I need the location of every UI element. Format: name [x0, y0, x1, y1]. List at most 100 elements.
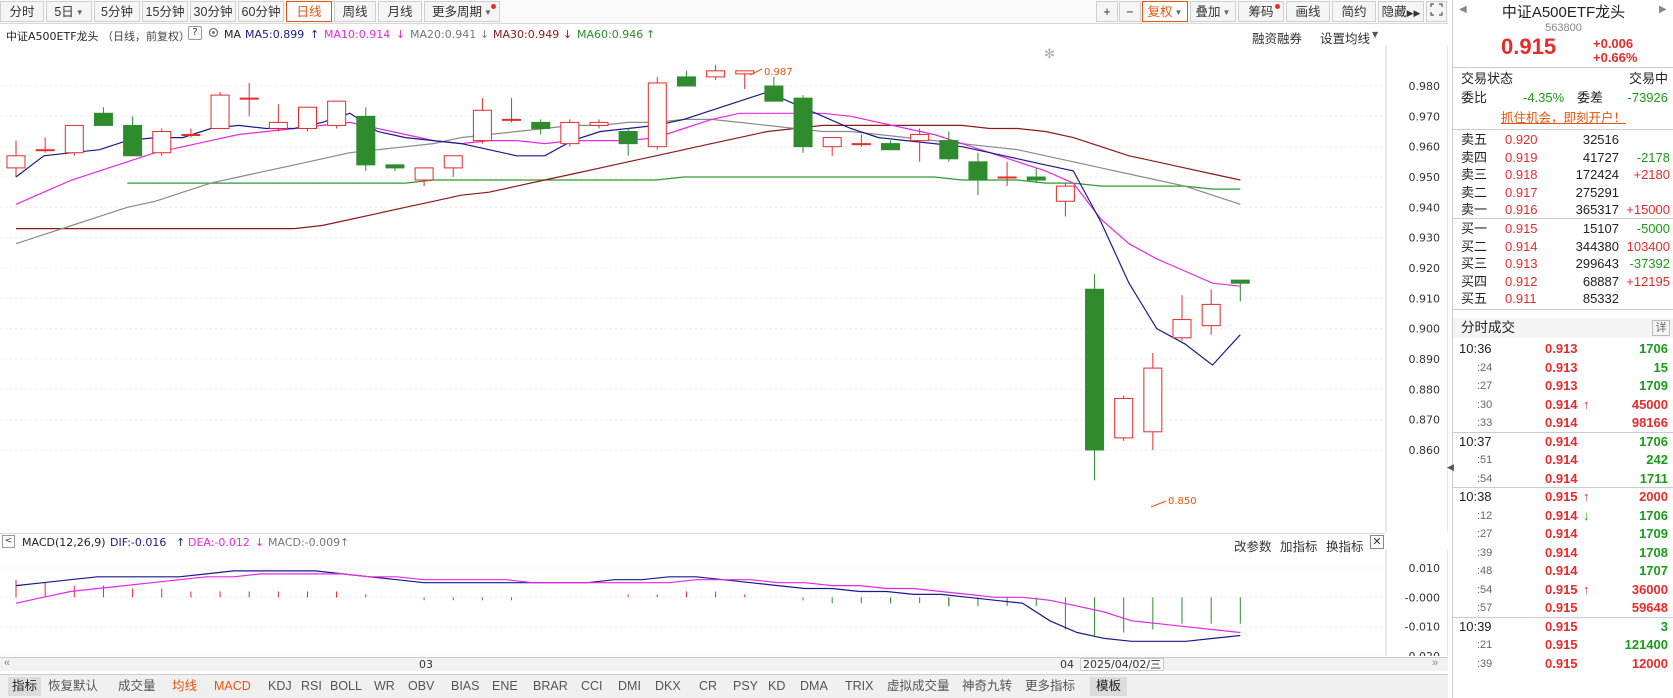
hide-panel-button[interactable]: 隐藏▶▶ — [1378, 1, 1424, 22]
period-tab-weekly[interactable]: 周线 — [334, 1, 376, 22]
indicator-tab-2[interactable]: 成交量 — [118, 677, 156, 696]
indicator-tab-22[interactable]: 神奇九转 — [962, 677, 1012, 696]
indicator-tab-7[interactable]: BOLL — [330, 677, 362, 696]
zoom-in-button[interactable]: + — [1096, 1, 1118, 22]
book-row[interactable]: 卖五 0.920 32516 — [1453, 131, 1673, 148]
price-tick: 0.970 — [1409, 110, 1441, 123]
ticks-header: 分时成交 详 — [1453, 318, 1673, 338]
period-tab-monthly[interactable]: 月线 — [378, 1, 422, 22]
period-tab-15min[interactable]: 15分钟 — [142, 1, 188, 22]
book-row[interactable]: 买一 0.915 15107 -5000 — [1453, 220, 1673, 237]
indicator-tab-23[interactable]: 更多指标 — [1025, 677, 1075, 696]
candle — [793, 95, 813, 153]
tick-volume: 12000 — [1631, 655, 1668, 671]
book-row[interactable]: 买三 0.913 299643 -37392 — [1453, 255, 1673, 272]
indicator-tab-11[interactable]: ENE — [492, 677, 518, 696]
tick-time: 10:39 — [1459, 618, 1492, 634]
gear-icon[interactable] — [207, 26, 220, 42]
help-icon[interactable]: ? — [188, 26, 202, 40]
close-icon[interactable]: ✕ — [1370, 535, 1384, 549]
zoom-out-button[interactable]: − — [1119, 1, 1141, 22]
time-scrollbar[interactable]: « 03 04 2025/04/02/三 » — [0, 657, 1448, 671]
ticks-detail-button[interactable]: 详 — [1652, 320, 1670, 336]
indicator-tab-5[interactable]: KDJ — [268, 677, 292, 696]
indicator-tab-12[interactable]: BRAR — [533, 677, 568, 696]
scroll-right-icon[interactable]: » — [1432, 657, 1438, 669]
collapse-icon[interactable]: < — [2, 535, 15, 548]
fullscreen-button[interactable] — [1426, 1, 1447, 22]
expand-panel-icon[interactable]: ◀ — [1447, 462, 1454, 473]
candle — [502, 98, 522, 123]
draw-button[interactable]: 画线 — [1286, 1, 1330, 22]
book-row[interactable]: 卖四 0.919 41727 -2178 — [1453, 149, 1673, 166]
candle-body — [764, 85, 784, 102]
period-tab-30min[interactable]: 30分钟 — [190, 1, 236, 22]
macd-tick: -0.000 — [1405, 591, 1440, 604]
period-tab-timeshare[interactable]: 分时 — [0, 1, 44, 22]
book-row[interactable]: 买二 0.914 344380 103400 — [1453, 238, 1673, 255]
indicator-tab-1[interactable]: 恢复默认 — [48, 677, 98, 696]
margin-trading-link[interactable]: 融资融券 — [1252, 28, 1302, 47]
tick-row: :39 0.914 1708 — [1453, 544, 1673, 562]
price-tick: 0.920 — [1409, 262, 1441, 275]
x-label-march: 03 — [419, 658, 433, 671]
indicator-tab-14[interactable]: DMI — [618, 677, 641, 696]
indicator-tab-20[interactable]: TRIX — [845, 677, 873, 696]
indicator-tab-0[interactable]: 指标 — [8, 677, 42, 696]
ticks-title: 分时成交 — [1461, 320, 1515, 335]
indicator-tab-17[interactable]: PSY — [733, 677, 758, 696]
indicator-tab-18[interactable]: KD — [768, 677, 785, 696]
book-row[interactable]: 卖一 0.916 365317 +15000 — [1453, 201, 1673, 218]
tick-row: 10:38 0.915 ↑ 2000 — [1453, 488, 1673, 506]
book-label: 卖一 — [1461, 202, 1488, 217]
candle — [881, 140, 900, 151]
indicator-tab-15[interactable]: DKX — [655, 677, 681, 696]
book-price: 0.920 — [1505, 132, 1538, 147]
indicator-tab-19[interactable]: DMA — [800, 677, 828, 696]
simple-mode-button[interactable]: 简约 — [1332, 1, 1376, 22]
book-row[interactable]: 买四 0.912 68887 +12195 — [1453, 273, 1673, 290]
scroll-left-icon[interactable]: « — [4, 657, 10, 669]
indicator-tab-13[interactable]: CCI — [581, 677, 603, 696]
overlay-button[interactable]: 叠加 ▼ — [1190, 1, 1236, 22]
book-vol: 344380 — [1575, 238, 1619, 254]
indicator-tab-16[interactable]: CR — [699, 677, 717, 696]
indicator-tab-8[interactable]: WR — [374, 677, 395, 696]
indicator-tab-4[interactable]: MACD — [214, 677, 251, 696]
indicator-tab-21[interactable]: 虚拟成交量 — [887, 677, 950, 696]
macd-lines — [15, 570, 1241, 642]
adjust-button[interactable]: 复权 ▼ — [1142, 1, 1188, 22]
indicator-tab-9[interactable]: OBV — [408, 677, 434, 696]
price-tick: 0.880 — [1409, 383, 1441, 396]
open-account-link[interactable]: 抓住机会，即刻开户！ — [1453, 109, 1673, 127]
macd-tick: -0.010 — [1405, 621, 1440, 634]
hide-label: 隐藏 — [1381, 5, 1407, 19]
period-tab-5min[interactable]: 5分钟 — [94, 1, 140, 22]
period-tab-5day[interactable]: 5日 ▼ — [46, 1, 92, 22]
book-vol: 41727 — [1582, 149, 1619, 165]
macd-chart[interactable]: 0.010 -0.000 -0.010 -0.020 — [0, 550, 1448, 656]
candle — [385, 164, 405, 171]
candle — [356, 107, 376, 171]
indicator-tab-3[interactable]: 均线 — [172, 677, 197, 696]
book-chg: +2180 — [1633, 167, 1670, 182]
period-tab-daily[interactable]: 日线 — [286, 1, 332, 22]
book-row[interactable]: 买五 0.911 85332 — [1453, 290, 1673, 307]
period-tab-60min[interactable]: 60分钟 — [238, 1, 284, 22]
book-label: 买三 — [1461, 256, 1488, 271]
kline-chart[interactable]: 0.980 0.970 0.960 0.950 0.940 0.930 0.920 0.910… — [0, 46, 1448, 532]
book-row[interactable]: 卖三 0.918 172424 +2180 — [1453, 166, 1673, 183]
book-row[interactable]: 卖二 0.917 275291 — [1453, 184, 1673, 201]
indicator-tab-24[interactable]: 模板 — [1090, 677, 1128, 696]
fullscreen-icon — [1430, 3, 1443, 16]
macd-header: < MACD(12,26,9) DIF:-0.016 ↑ DEA:-0.012 … — [0, 533, 1385, 554]
setup-ma-button[interactable]: 设置均线 — [1320, 28, 1370, 47]
chips-button[interactable]: 筹码 — [1238, 1, 1284, 22]
arrow-down-icon: ↓ — [480, 28, 490, 41]
price-tick: 0.950 — [1409, 171, 1441, 184]
candle-body — [647, 82, 667, 148]
tick-volume: 1706 — [1639, 507, 1668, 523]
more-periods-button[interactable]: 更多周期 ▼ — [424, 1, 500, 22]
indicator-tab-6[interactable]: RSI — [301, 677, 322, 696]
indicator-tab-10[interactable]: BIAS — [451, 677, 480, 696]
